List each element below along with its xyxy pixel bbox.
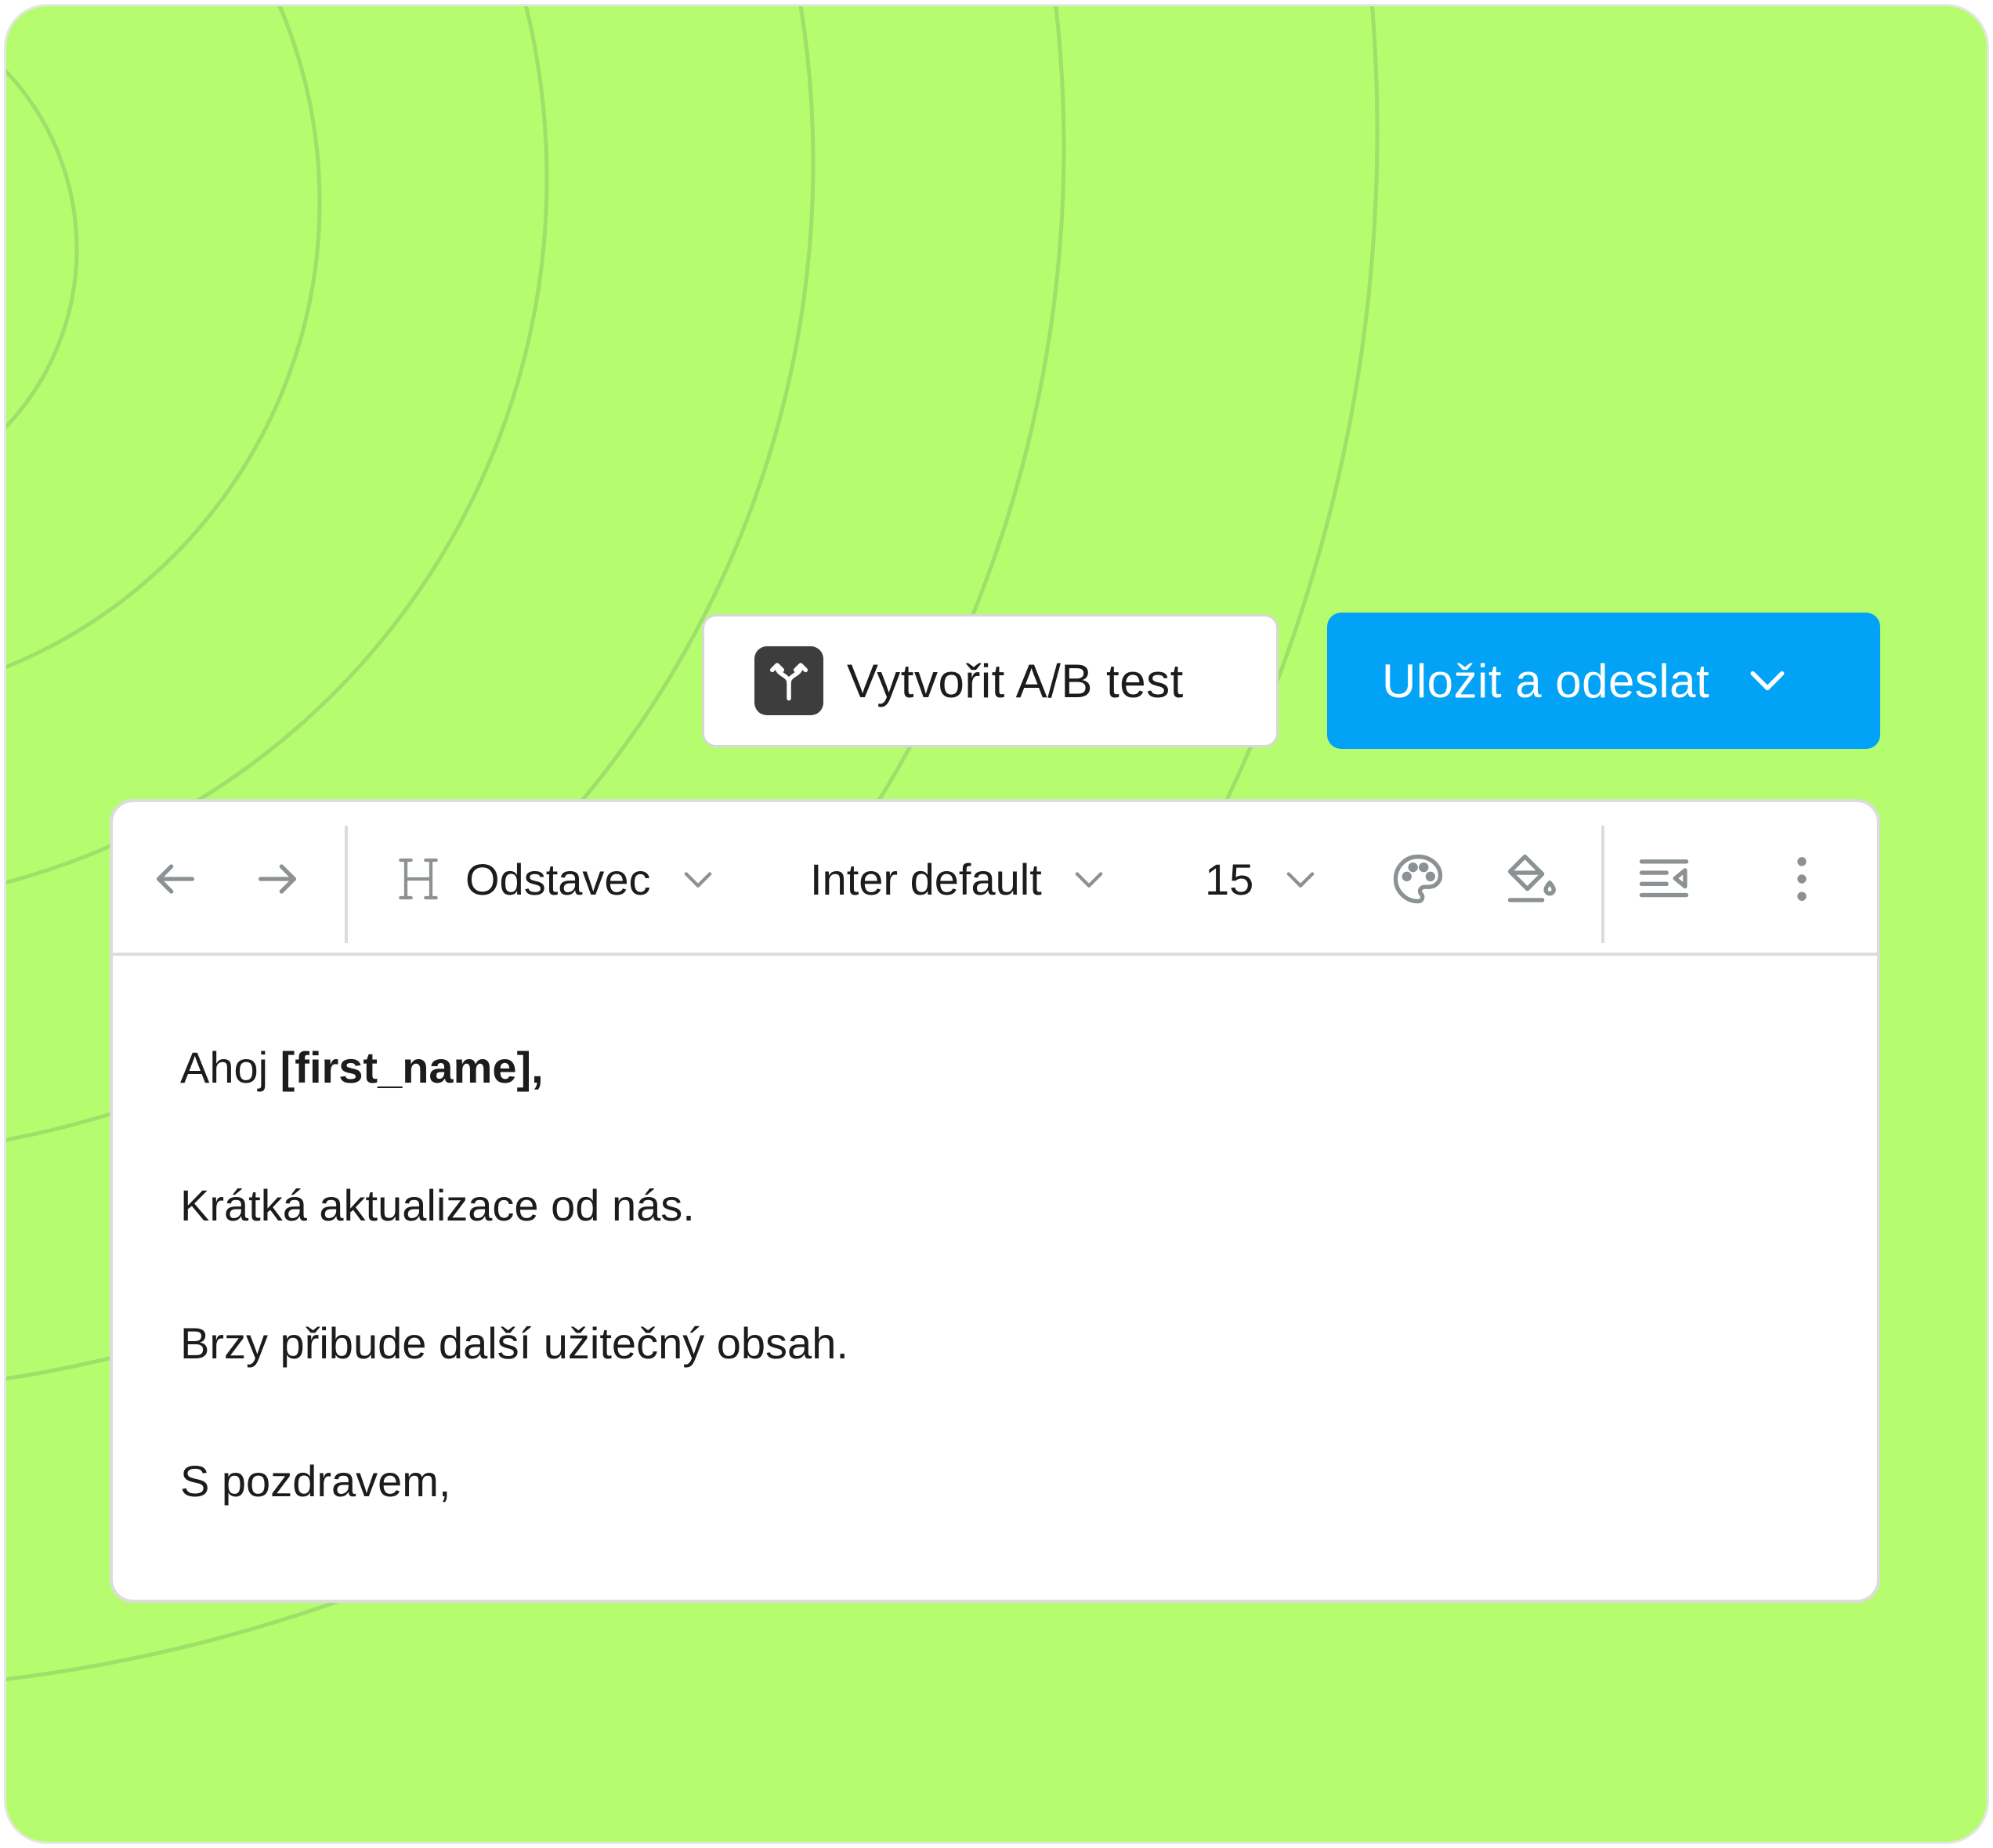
font-size-dropdown[interactable]: 15	[1205, 849, 1321, 909]
greeting-line[interactable]: Ahoj [first_name],	[180, 1042, 544, 1093]
create-ab-test-button[interactable]: Vytvořit A/B test	[702, 614, 1279, 747]
block-type-value: Odstavec	[465, 854, 651, 904]
font-size-value: 15	[1205, 854, 1254, 904]
paragraph-content[interactable]: Brzy přibude další užitečný obsah.	[180, 1318, 848, 1369]
greeting-text: Ahoj	[180, 1043, 280, 1092]
email-editor: Odstavec Inter default 15 Ahoj [first_na…	[110, 799, 1880, 1603]
toolbar-divider	[345, 826, 348, 943]
save-and-send-button[interactable]: Uložit a odeslat	[1327, 613, 1880, 749]
heading-icon	[393, 854, 443, 904]
editor-toolbar: Odstavec Inter default 15	[113, 802, 1877, 956]
paragraph-signoff[interactable]: S pozdravem,	[180, 1456, 451, 1506]
block-type-dropdown[interactable]: Odstavec	[393, 849, 718, 909]
chevron-down-icon	[1280, 859, 1321, 899]
background-card: Vytvořit A/B test Uložit a odeslat Odsta…	[6, 6, 1987, 1842]
first-name-variable: [first_name],	[280, 1043, 544, 1092]
chevron-down-icon	[678, 859, 718, 899]
text-direction-icon[interactable]	[1634, 849, 1694, 909]
font-family-value: Inter default	[810, 854, 1042, 904]
ab-test-label: Vytvořit A/B test	[847, 654, 1184, 707]
save-and-send-label: Uložit a odeslat	[1382, 654, 1710, 707]
paragraph-update[interactable]: Krátká aktualizace od nás.	[180, 1180, 695, 1231]
split-arrows-icon	[754, 646, 823, 715]
arrow-left-icon[interactable]	[150, 854, 201, 904]
font-family-dropdown[interactable]: Inter default	[810, 849, 1109, 909]
paint-bucket-icon[interactable]	[1503, 849, 1562, 909]
chevron-down-icon[interactable]	[1745, 659, 1789, 703]
chevron-down-icon	[1069, 859, 1109, 899]
arrow-right-icon[interactable]	[252, 854, 302, 904]
palette-icon[interactable]	[1388, 849, 1448, 909]
more-vertical-icon[interactable]	[1772, 849, 1832, 909]
toolbar-divider	[1601, 826, 1604, 943]
